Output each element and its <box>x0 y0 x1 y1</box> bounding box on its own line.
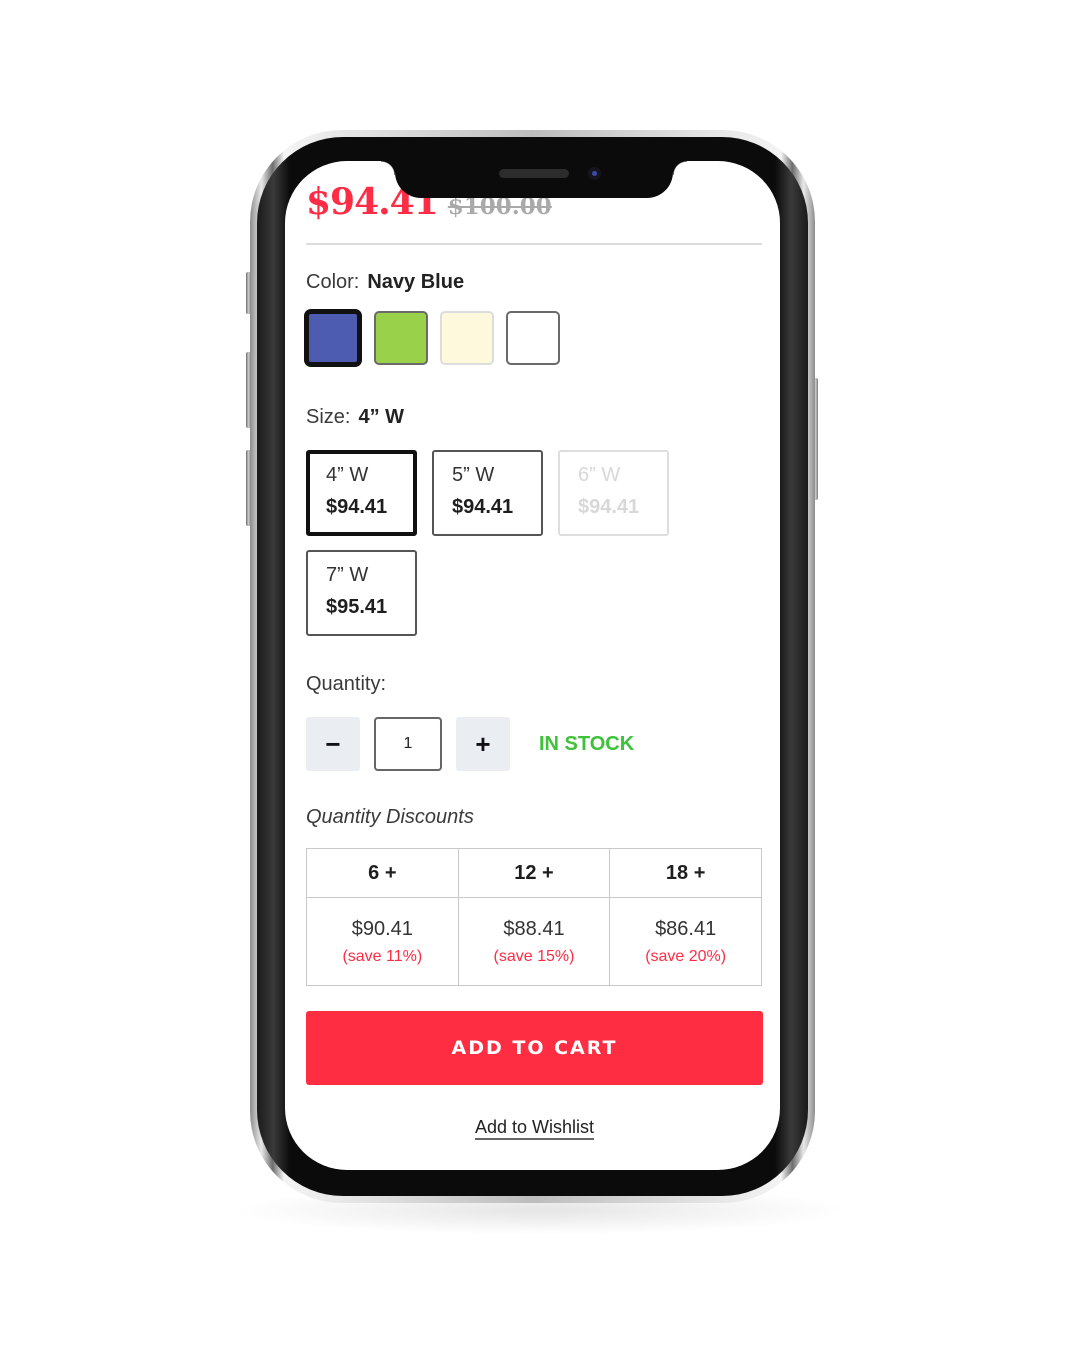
swatch-green[interactable] <box>374 311 428 365</box>
size-name: 6” W <box>578 464 621 486</box>
tier-price: $86.41 <box>655 917 717 940</box>
color-label: Color: <box>306 271 360 293</box>
size-option-4w[interactable]: 4” W $94.41 <box>306 450 417 536</box>
tier-savings: (save 15%) <box>493 947 575 965</box>
size-label: Size: <box>306 406 351 428</box>
add-to-wishlist-link[interactable]: Add to Wishlist <box>474 1117 595 1140</box>
discount-price-row: $90.41 (save 11%) $88.41 (save 15%) $86.… <box>306 897 762 986</box>
size-options: 4” W $94.41 5” W $94.41 6” W $94.41 7” W… <box>306 450 766 636</box>
selected-size: 4” W <box>358 406 405 428</box>
decrement-button[interactable]: − <box>306 717 360 771</box>
tier-price: $88.41 <box>503 917 565 940</box>
size-option-7w[interactable]: 7” W $95.41 <box>306 550 417 636</box>
tier-qty: 18 + <box>609 848 762 898</box>
stock-status: IN STOCK <box>539 732 635 755</box>
tier-price-cell: $90.41 (save 11%) <box>306 897 459 986</box>
size-price: $94.41 <box>452 496 514 518</box>
tier-savings: (save 20%) <box>645 947 727 965</box>
add-to-cart-button[interactable]: ADD TO CART <box>306 1011 763 1085</box>
tier-qty: 6 + <box>306 848 459 898</box>
tier-price-cell: $86.41 (save 20%) <box>609 897 762 986</box>
size-name: 5” W <box>452 464 495 486</box>
size-option-5w[interactable]: 5” W $94.41 <box>432 450 543 536</box>
swatch-cream[interactable] <box>440 311 494 365</box>
phone-frame: $94.41 $100.00 Color: Navy Blue Size: 4” W <box>250 130 815 1203</box>
size-label-row: Size: 4” W <box>306 406 404 429</box>
color-swatches <box>304 309 560 367</box>
front-camera-icon <box>588 167 601 180</box>
quantity-input[interactable]: 1 <box>374 717 442 771</box>
color-label-row: Color: Navy Blue <box>306 271 464 294</box>
divider <box>306 243 762 245</box>
discount-tier-row: 6 + 12 + 18 + <box>306 848 762 898</box>
swatch-navy-blue[interactable] <box>304 309 362 367</box>
discount-table: 6 + 12 + 18 + $90.41 (save 11%) $88.41 (… <box>306 848 762 986</box>
wishlist-row: Add to Wishlist <box>306 1117 763 1140</box>
size-price: $95.41 <box>326 596 388 618</box>
tier-qty: 12 + <box>457 848 611 898</box>
increment-button[interactable]: + <box>456 717 510 771</box>
phone-screen: $94.41 $100.00 Color: Navy Blue Size: 4” W <box>285 161 780 1170</box>
phone-bezel: $94.41 $100.00 Color: Navy Blue Size: 4” W <box>257 137 808 1196</box>
tier-price: $90.41 <box>351 917 413 940</box>
size-price: $94.41 <box>578 496 640 518</box>
size-price: $94.41 <box>326 496 388 518</box>
size-name: 7” W <box>326 564 369 586</box>
quantity-stepper: − 1 + IN STOCK <box>306 717 634 771</box>
discounts-title: Quantity Discounts <box>306 806 474 828</box>
selected-color: Navy Blue <box>367 271 465 293</box>
tier-savings: (save 11%) <box>342 947 423 965</box>
phone-notch <box>381 161 687 198</box>
size-option-6w: 6” W $94.41 <box>558 450 669 536</box>
swatch-white[interactable] <box>506 311 560 365</box>
speaker-grille <box>499 169 569 178</box>
quantity-label: Quantity: <box>306 673 387 695</box>
tier-price-cell: $88.41 (save 15%) <box>457 897 611 986</box>
size-name: 4” W <box>326 464 369 486</box>
